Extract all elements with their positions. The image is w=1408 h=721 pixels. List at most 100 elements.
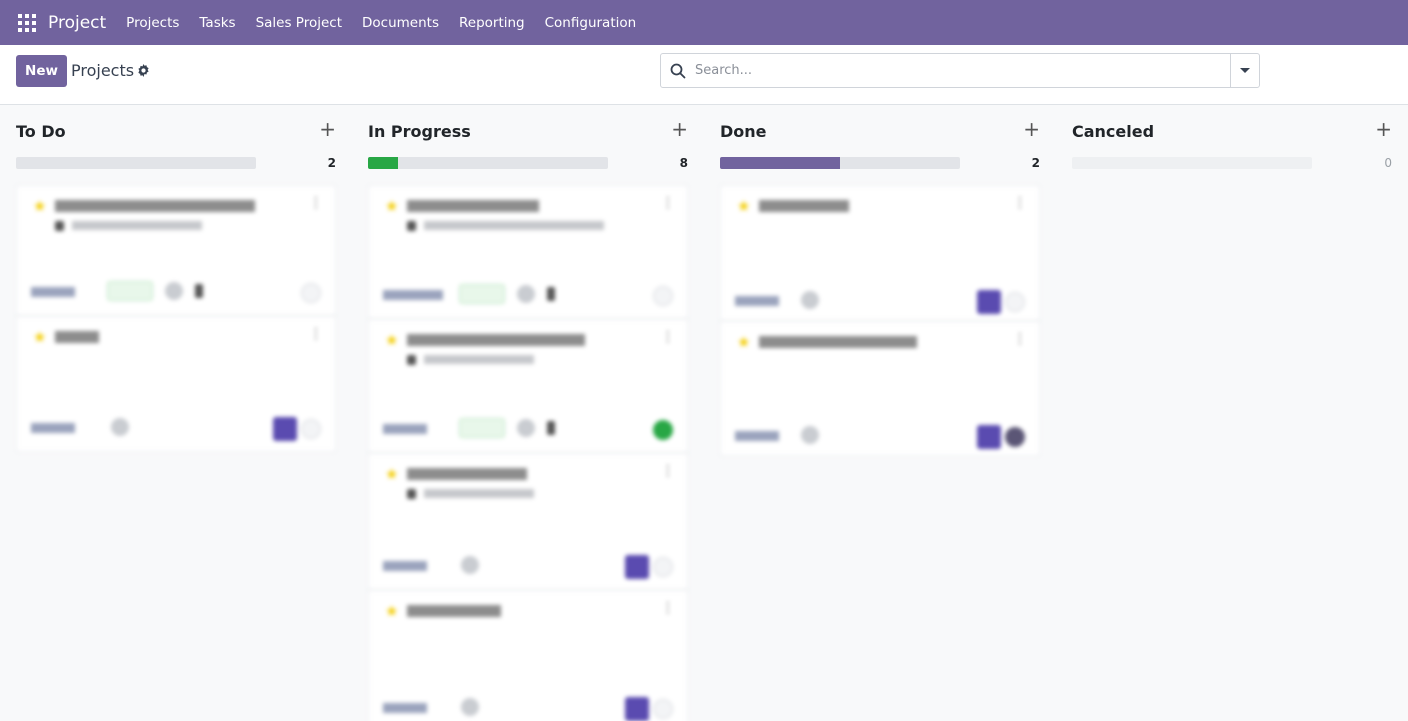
card-subtitle [407,486,534,500]
card-title [759,200,849,212]
status-badge [459,284,505,304]
gear-icon[interactable] [137,64,150,77]
app-title[interactable]: Project [48,13,106,33]
card-title [407,468,527,480]
column-title: In Progress [368,122,471,141]
avatar [977,425,1001,449]
activity-icon[interactable] [165,282,183,300]
star-icon[interactable]: ★ [33,197,46,215]
nav-item-reporting[interactable]: Reporting [449,15,535,31]
status-circle-icon[interactable] [1005,292,1025,312]
card-number [547,287,555,301]
project-card[interactable]: ★ ⋮ [720,185,1040,321]
more-icon[interactable]: ⋮ [309,195,323,211]
add-icon[interactable]: + [319,119,336,139]
card-number [195,284,203,298]
caret-down-icon [1240,68,1250,73]
tasks-link[interactable] [383,561,427,571]
card-title [55,331,99,343]
project-card[interactable]: ★ ⋮ [16,316,336,452]
status-circle-icon[interactable] [653,699,673,719]
project-card[interactable]: ★ ⋮ [720,321,1040,456]
project-card[interactable]: ★ ⋮ [16,185,336,316]
star-icon[interactable]: ★ [737,333,750,351]
activity-icon[interactable] [461,698,479,716]
apps-grid-icon[interactable] [18,13,36,32]
column-progress-bar[interactable] [1072,157,1312,169]
nav-item-projects[interactable]: Projects [116,15,189,31]
tasks-link[interactable] [31,423,75,433]
search-icon [670,63,686,79]
add-icon[interactable]: + [671,119,688,139]
card-number [547,421,555,435]
nav-item-configuration[interactable]: Configuration [535,15,647,31]
star-icon[interactable]: ★ [385,465,398,483]
nav-item-tasks[interactable]: Tasks [189,15,245,31]
search-box [660,53,1260,88]
project-card[interactable]: ★ ⋮ [368,185,688,319]
tasks-link[interactable] [383,703,427,713]
tasks-link[interactable] [383,424,427,434]
activity-icon[interactable] [801,291,819,309]
column-count: 0 [1384,156,1392,170]
column-progress-bar[interactable] [720,157,960,169]
card-title [407,200,539,212]
more-icon[interactable]: ⋮ [661,195,675,211]
nav-menu: Projects Tasks Sales Project Documents R… [116,15,646,31]
avatar [273,417,297,441]
add-icon[interactable]: + [1375,119,1392,139]
status-badge [107,281,153,301]
project-card[interactable]: ★ ⋮ [368,590,688,721]
activity-icon[interactable] [111,418,129,436]
more-icon[interactable]: ⋮ [1013,331,1027,347]
search-input[interactable] [695,55,1225,86]
nav-item-sales-project[interactable]: Sales Project [246,15,352,31]
tasks-link[interactable] [31,287,75,297]
card-subtitle [407,218,604,232]
more-icon[interactable]: ⋮ [309,326,323,342]
card-title [407,605,501,617]
new-button[interactable]: New [16,55,67,87]
status-circle-icon[interactable] [301,283,321,303]
star-icon[interactable]: ★ [385,602,398,620]
top-navbar: Project Projects Tasks Sales Project Doc… [0,0,1408,45]
status-circle-icon[interactable] [1005,427,1025,447]
column-count: 2 [327,156,336,170]
kanban-column-canceled: Canceled + 0 [1072,105,1392,183]
column-progress-bar[interactable] [368,157,608,169]
avatar [625,697,649,721]
tasks-link[interactable] [735,431,779,441]
search-options-toggle[interactable] [1230,54,1259,87]
project-card[interactable]: ★ ⋮ [368,453,688,590]
more-icon[interactable]: ⋮ [661,329,675,345]
kanban-column-in-progress: In Progress + 8 ★ ⋮ ★ ⋮ ★ ⋮ ★ ⋮ [368,105,688,721]
status-circle-icon[interactable] [301,419,321,439]
more-icon[interactable]: ⋮ [661,600,675,616]
status-circle-icon[interactable] [653,286,673,306]
project-card[interactable]: ★ ⋮ [368,319,688,453]
status-circle-icon[interactable] [653,557,673,577]
column-progress-bar[interactable] [16,157,256,169]
activity-icon[interactable] [461,556,479,574]
status-circle-icon[interactable] [653,420,673,440]
tasks-link[interactable] [735,296,779,306]
star-icon[interactable]: ★ [385,331,398,349]
tasks-link[interactable] [383,290,443,300]
activity-icon[interactable] [517,285,535,303]
status-badge [459,418,505,438]
card-title [407,334,585,346]
activity-icon[interactable] [801,426,819,444]
star-icon[interactable]: ★ [385,197,398,215]
nav-item-documents[interactable]: Documents [352,15,449,31]
more-icon[interactable]: ⋮ [1013,195,1027,211]
star-icon[interactable]: ★ [33,328,46,346]
activity-icon[interactable] [517,419,535,437]
star-icon[interactable]: ★ [737,197,750,215]
more-icon[interactable]: ⋮ [661,463,675,479]
column-count: 8 [679,156,688,170]
page-title: Projects [71,61,135,80]
add-icon[interactable]: + [1023,119,1040,139]
kanban-column-to-do: To Do + 2 ★ ⋮ ★ ⋮ [16,105,336,452]
column-title: Canceled [1072,122,1155,141]
card-title [55,200,255,212]
